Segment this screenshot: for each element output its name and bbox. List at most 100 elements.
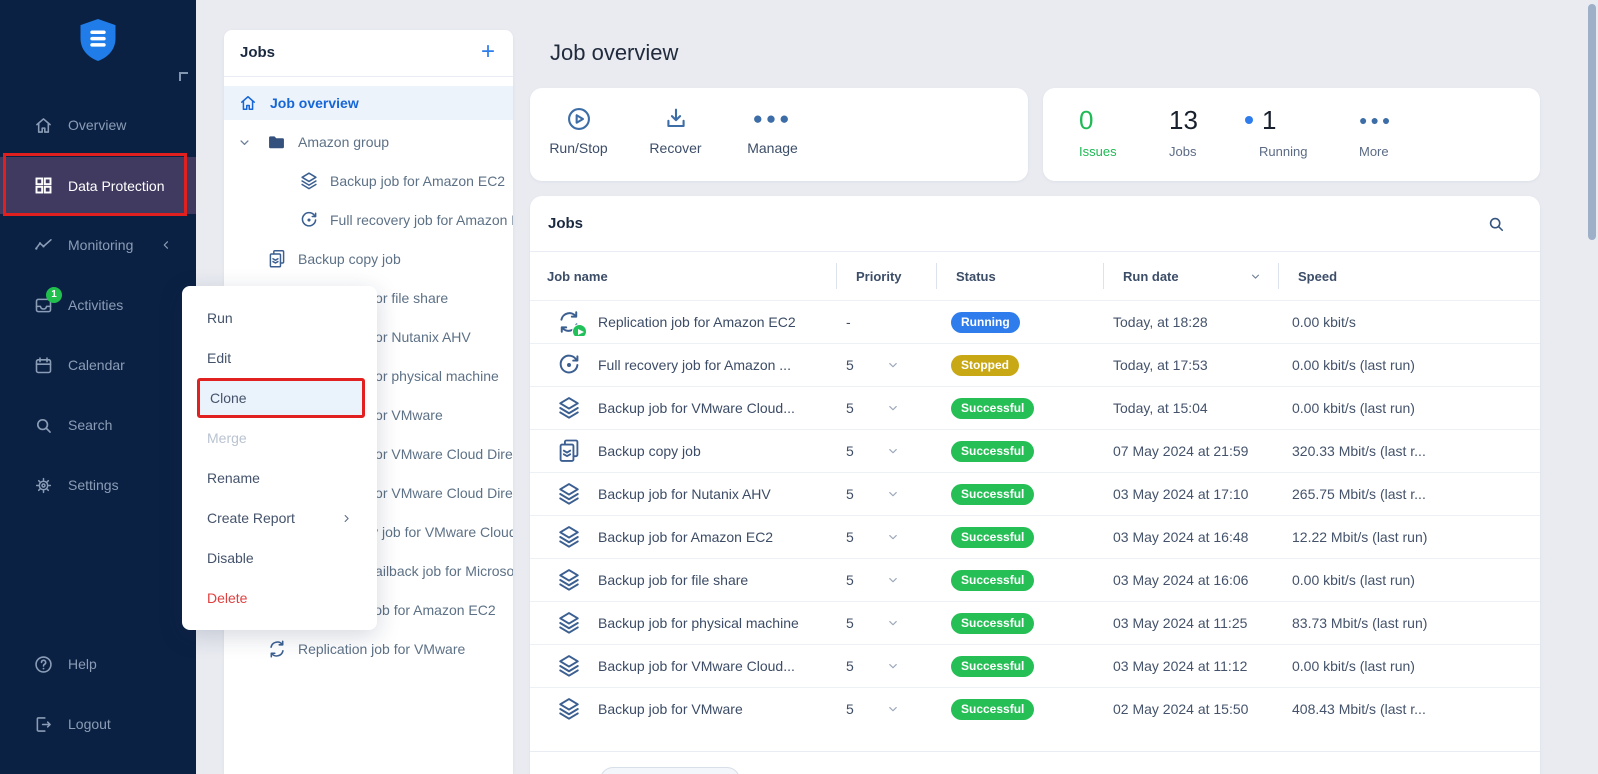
recover-button[interactable]: Recover bbox=[627, 105, 724, 181]
priority-value: 5 bbox=[846, 529, 872, 545]
tree-item-full-recovery-amazon[interactable]: Full recovery job for Amazon EC2 bbox=[224, 203, 513, 237]
sidebar-collapse-handle-icon[interactable] bbox=[179, 72, 188, 81]
chevron-down-icon[interactable] bbox=[237, 135, 252, 150]
priority-dropdown-chevron-icon[interactable] bbox=[886, 487, 900, 501]
run-date-value: 02 May 2024 at 15:50 bbox=[1103, 701, 1278, 717]
table-row[interactable]: Backup job for VMware 5 Successful 02 Ma… bbox=[530, 687, 1540, 730]
job-name-link[interactable]: Full recovery job for Amazon ... bbox=[598, 357, 791, 373]
column-header-job-name[interactable]: Job name bbox=[530, 252, 836, 300]
priority-dropdown-chevron-icon[interactable] bbox=[886, 358, 900, 372]
tree-item-label: Backup copy job bbox=[298, 251, 513, 267]
priority-dropdown-chevron-icon[interactable] bbox=[886, 659, 900, 673]
status-badge: Successful bbox=[951, 527, 1034, 548]
monitoring-chart-icon bbox=[33, 235, 54, 256]
column-header-priority[interactable]: Priority bbox=[836, 252, 936, 300]
table-row[interactable]: Backup job for Amazon EC2 5 Successful 0… bbox=[530, 515, 1540, 558]
job-name-link[interactable]: Backup job for VMware Cloud... bbox=[598, 400, 795, 416]
jobs-table-card: Jobs Job name Priority Status Run date S… bbox=[530, 196, 1540, 774]
job-name-link[interactable]: Backup job for physical machine bbox=[598, 615, 799, 631]
add-job-button[interactable]: + bbox=[481, 38, 495, 66]
stat-jobs[interactable]: 13 Jobs bbox=[1169, 104, 1198, 159]
sort-chevron-down-icon[interactable] bbox=[1249, 270, 1262, 283]
manage-button[interactable]: ●●● Manage bbox=[724, 105, 821, 181]
context-menu-item-clone[interactable]: Clone bbox=[197, 378, 365, 418]
table-row[interactable]: Backup job for physical machine 5 Succes… bbox=[530, 601, 1540, 644]
context-menu-item-merge: Merge bbox=[182, 418, 377, 458]
chevron-right-icon bbox=[340, 512, 353, 525]
jobs-value: 13 bbox=[1169, 104, 1198, 136]
tree-item-backup-amazon-ec2[interactable]: Backup job for Amazon EC2 bbox=[224, 164, 513, 198]
table-row[interactable]: Backup job for VMware Cloud... 5 Success… bbox=[530, 644, 1540, 687]
run-date-value: 07 May 2024 at 21:59 bbox=[1103, 443, 1278, 459]
table-row[interactable]: Backup job for file share 5 Successful 0… bbox=[530, 558, 1540, 601]
chevron-left-icon[interactable] bbox=[159, 238, 173, 252]
sidebar-item-activities[interactable]: 1 Activities bbox=[0, 285, 196, 325]
table-row[interactable]: Replication job for Amazon EC2 - Running… bbox=[530, 300, 1540, 343]
backup-job-icon bbox=[555, 480, 583, 508]
table-row[interactable]: Full recovery job for Amazon ... 5 Stopp… bbox=[530, 343, 1540, 386]
job-name-link[interactable]: Backup job for Nutanix AHV bbox=[598, 486, 771, 502]
context-menu-item-delete[interactable]: Delete bbox=[182, 578, 377, 618]
tree-item-label: Amazon group bbox=[298, 134, 513, 150]
column-header-status[interactable]: Status bbox=[936, 252, 1103, 300]
search-icon bbox=[33, 415, 54, 436]
job-name-link[interactable]: Backup job for file share bbox=[598, 572, 748, 588]
status-badge: Successful bbox=[951, 484, 1034, 505]
search-icon[interactable] bbox=[1486, 214, 1506, 234]
sidebar-item-settings[interactable]: Settings bbox=[0, 465, 196, 505]
status-badge: Running bbox=[951, 312, 1020, 333]
priority-value: 5 bbox=[846, 658, 872, 674]
sidebar-item-overview[interactable]: Overview bbox=[0, 105, 196, 145]
stats-more-button[interactable]: ●●● More bbox=[1359, 104, 1393, 159]
context-menu-item-disable[interactable]: Disable bbox=[182, 538, 377, 578]
context-menu-item-create-report[interactable]: Create Report bbox=[182, 498, 377, 538]
job-name-link[interactable]: Backup job for VMware bbox=[598, 701, 743, 717]
tree-item-amazon-group[interactable]: Amazon group bbox=[224, 125, 513, 159]
priority-dropdown-chevron-icon[interactable] bbox=[886, 702, 900, 716]
priority-dropdown-chevron-icon[interactable] bbox=[886, 616, 900, 630]
sidebar-item-monitoring[interactable]: Monitoring bbox=[0, 225, 196, 265]
table-row[interactable]: Backup copy job 5 Successful 07 May 2024… bbox=[530, 429, 1540, 472]
priority-dropdown-chevron-icon[interactable] bbox=[886, 401, 900, 415]
recovery-job-icon bbox=[298, 209, 320, 231]
priority-dropdown-chevron-icon[interactable] bbox=[886, 530, 900, 544]
sidebar-item-label: Overview bbox=[68, 117, 126, 133]
sidebar-item-label: Help bbox=[68, 656, 97, 672]
ellipsis-icon: ●●● bbox=[753, 105, 793, 133]
scrollbar-thumb[interactable] bbox=[1588, 4, 1596, 240]
context-menu-item-run[interactable]: Run bbox=[182, 298, 377, 338]
run-date-value: Today, at 18:28 bbox=[1103, 314, 1278, 330]
priority-dropdown-chevron-icon[interactable] bbox=[886, 573, 900, 587]
pagination-control[interactable] bbox=[600, 767, 740, 774]
table-row[interactable]: Backup job for Nutanix AHV 5 Successful … bbox=[530, 472, 1540, 515]
job-name-link[interactable]: Backup job for VMware Cloud... bbox=[598, 658, 795, 674]
column-header-speed[interactable]: Speed bbox=[1278, 252, 1540, 300]
sidebar-item-help[interactable]: Help bbox=[0, 644, 196, 684]
context-menu-item-rename[interactable]: Rename bbox=[182, 458, 377, 498]
priority-dropdown-chevron-icon[interactable] bbox=[886, 444, 900, 458]
run-date-value: 03 May 2024 at 16:48 bbox=[1103, 529, 1278, 545]
status-badge: Successful bbox=[951, 699, 1034, 720]
sidebar-item-calendar[interactable]: Calendar bbox=[0, 345, 196, 385]
job-name-link[interactable]: Backup job for Amazon EC2 bbox=[598, 529, 773, 545]
context-menu-item-edit[interactable]: Edit bbox=[182, 338, 377, 378]
tree-item-replication-vmware[interactable]: Replication job for VMware bbox=[224, 632, 513, 666]
tree-item-job-overview[interactable]: Job overview bbox=[224, 86, 513, 120]
job-name-link[interactable]: Replication job for Amazon EC2 bbox=[598, 314, 796, 330]
home-icon bbox=[33, 115, 54, 136]
jobs-label: Jobs bbox=[1169, 144, 1198, 159]
tree-item-label: Replication job for VMware bbox=[298, 641, 513, 657]
sidebar: Overview Data Protection Monitoring 1 Ac… bbox=[0, 0, 196, 774]
jobs-table-header: Jobs bbox=[530, 196, 1540, 252]
tree-item-backup-copy-job[interactable]: Backup copy job bbox=[224, 242, 513, 276]
column-header-run-date[interactable]: Run date bbox=[1103, 252, 1278, 300]
column-header-label: Run date bbox=[1123, 269, 1179, 284]
stat-running[interactable]: 1 Running bbox=[1245, 104, 1307, 159]
sidebar-item-logout[interactable]: Logout bbox=[0, 704, 196, 744]
run-stop-button[interactable]: Run/Stop bbox=[530, 105, 627, 181]
stat-issues[interactable]: 0 Issues bbox=[1079, 104, 1117, 159]
sidebar-item-search[interactable]: Search bbox=[0, 405, 196, 445]
job-name-link[interactable]: Backup copy job bbox=[598, 443, 701, 459]
sidebar-item-data-protection[interactable]: Data Protection bbox=[0, 157, 196, 214]
table-row[interactable]: Backup job for VMware Cloud... 5 Success… bbox=[530, 386, 1540, 429]
